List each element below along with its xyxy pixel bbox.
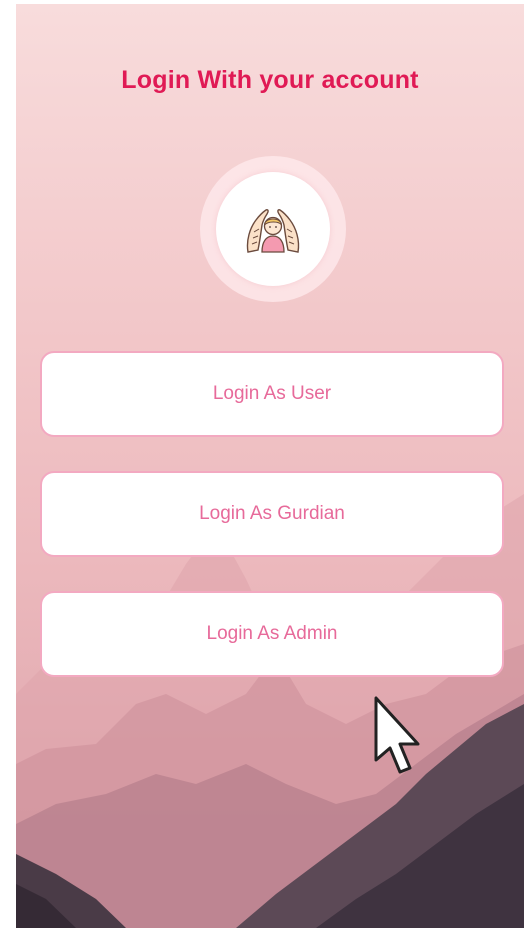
login-screen: Login With your account Login As User Lo… — [16, 4, 524, 928]
mountain-background — [16, 494, 524, 928]
login-as-guardian-button[interactable]: Login As Gurdian — [40, 471, 504, 557]
page-title: Login With your account — [121, 66, 419, 94]
mouse-pointer-icon — [374, 696, 420, 774]
login-as-user-button[interactable]: Login As User — [40, 351, 504, 437]
app-frame: Login With your account Login As User Lo… — [0, 0, 525, 930]
protective-hands-child-icon — [246, 209, 300, 253]
app-logo — [216, 172, 330, 286]
login-as-admin-button[interactable]: Login As Admin — [40, 591, 504, 677]
